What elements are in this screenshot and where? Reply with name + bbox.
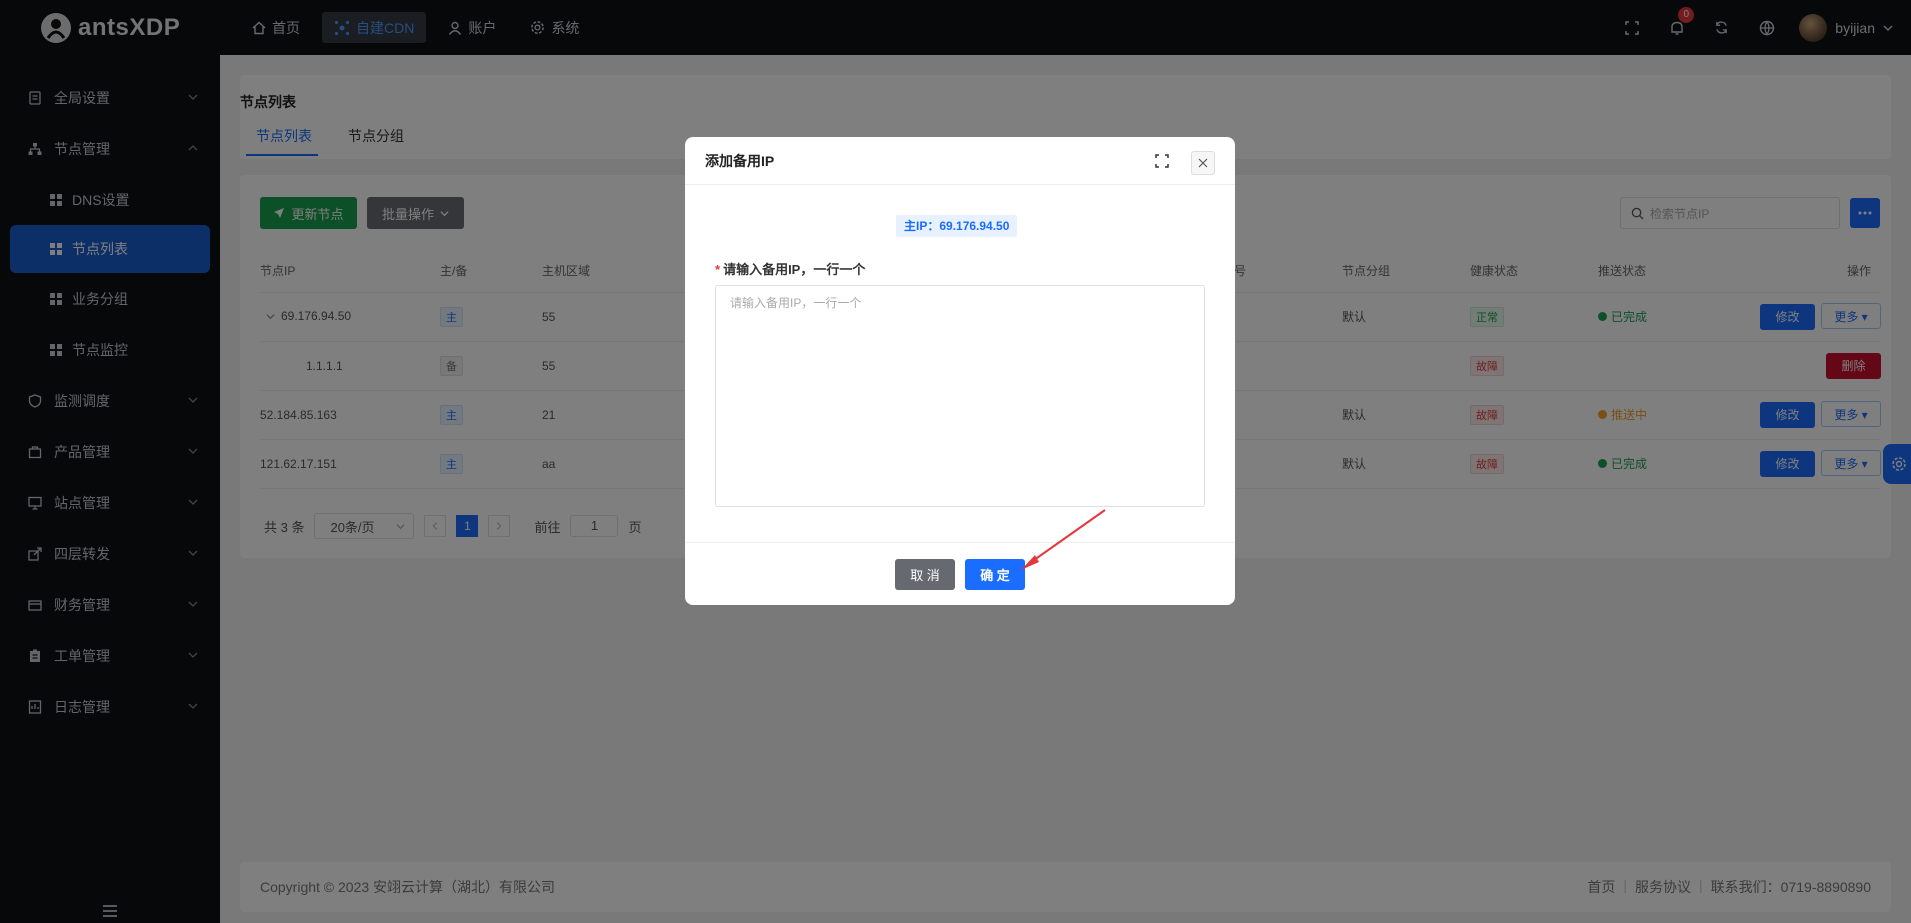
annotation-arrow-icon xyxy=(1021,509,1106,570)
textarea-placeholder: 请输入备用IP，一行一个 xyxy=(730,296,862,310)
dialog-maximize-button[interactable] xyxy=(1155,154,1169,168)
backup-ip-textarea[interactable]: 请输入备用IP，一行一个 xyxy=(715,285,1205,507)
fullscreen-icon xyxy=(1155,154,1169,168)
cancel-button[interactable]: 取 消 xyxy=(895,559,955,590)
backup-ip-label-text: 请输入备用IP，一行一个 xyxy=(723,262,866,277)
backup-ip-label: * 请输入备用IP，一行一个 xyxy=(715,259,865,278)
close-icon xyxy=(1198,158,1208,168)
dialog-title: 添加备用IP xyxy=(705,152,775,169)
dialog-close-button[interactable] xyxy=(1191,151,1215,175)
main-ip-badge: 主IP：69.176.94.50 xyxy=(896,215,1018,237)
dialog-header: 添加备用IP xyxy=(685,137,1235,185)
dialog-footer xyxy=(685,542,1235,605)
required-mark: * xyxy=(715,262,721,277)
add-backup-ip-dialog: 添加备用IP 主IP：69.176.94.50 * 请输入备用IP，一行一个 请输… xyxy=(685,137,1235,605)
